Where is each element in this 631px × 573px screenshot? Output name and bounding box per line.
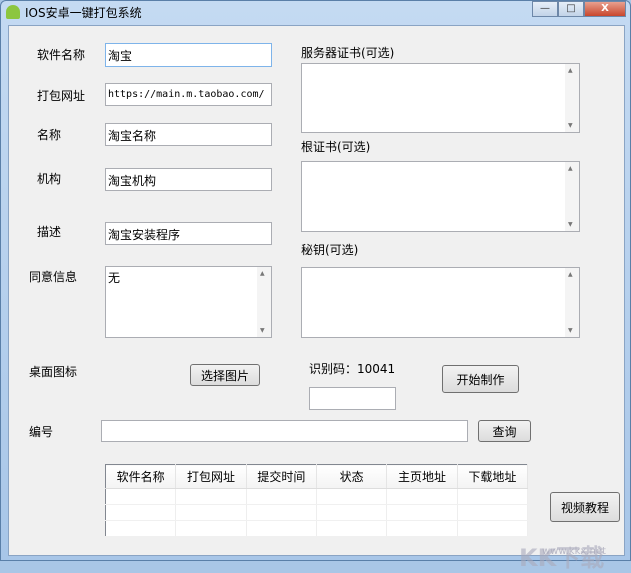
col-header[interactable]: 软件名称 <box>105 464 177 489</box>
consent-textarea[interactable]: 无 <box>105 266 272 338</box>
scrollbar[interactable] <box>257 267 271 337</box>
url-label: 打包网址 <box>37 89 86 103</box>
col-header[interactable]: 主页地址 <box>386 464 458 489</box>
minimize-button[interactable]: — <box>532 1 558 17</box>
maximize-button[interactable]: □ <box>558 1 584 17</box>
org-label: 机构 <box>37 172 62 186</box>
col-header[interactable]: 提交时间 <box>246 464 317 489</box>
scrollbar[interactable] <box>565 64 579 132</box>
choose-image-button[interactable]: 选择图片 <box>190 364 260 386</box>
url-input[interactable]: https://main.m.taobao.com/ <box>105 83 272 106</box>
table-header: 软件名称 打包网址 提交时间 状态 主页地址 下载地址 <box>105 464 529 489</box>
results-table: 软件名称 打包网址 提交时间 状态 主页地址 下载地址 <box>105 464 529 537</box>
desc-label: 描述 <box>37 225 62 239</box>
key-textarea[interactable] <box>301 267 580 338</box>
code-input[interactable] <box>309 387 396 410</box>
root-cert-label: 根证书(可选) <box>301 140 371 154</box>
video-tutorial-button[interactable]: 视频教程 <box>550 492 620 522</box>
desc-input[interactable]: 淘宝安装程序 <box>105 222 272 245</box>
code-label-text: 识别码： <box>309 362 358 376</box>
client-area: 软件名称 淘宝 打包网址 https://main.m.taobao.com/ … <box>8 25 625 572</box>
name-label: 名称 <box>37 128 62 142</box>
code-label: 识别码：10041 <box>309 360 395 377</box>
col-header[interactable]: 下载地址 <box>457 464 529 489</box>
name-input[interactable]: 淘宝名称 <box>105 123 272 146</box>
start-button[interactable]: 开始制作 <box>442 365 519 393</box>
icon-label: 桌面图标 <box>29 365 78 379</box>
android-icon <box>6 5 20 19</box>
server-cert-textarea[interactable] <box>301 63 580 133</box>
app-name-input[interactable]: 淘宝 <box>105 43 272 67</box>
consent-text: 无 <box>108 271 121 285</box>
number-input[interactable] <box>101 420 468 442</box>
col-header[interactable]: 打包网址 <box>175 464 247 489</box>
table-row <box>105 504 529 521</box>
scrollbar[interactable] <box>565 162 579 231</box>
table-row <box>105 520 529 537</box>
window-title: IOS安卓一键打包系统 <box>25 6 142 20</box>
root-cert-textarea[interactable] <box>301 161 580 232</box>
scrollbar[interactable] <box>565 268 579 337</box>
org-input[interactable]: 淘宝机构 <box>105 168 272 191</box>
watermark-url: www.kkx.net <box>542 546 606 557</box>
app-name-label: 软件名称 <box>37 48 86 62</box>
app-window: IOS安卓一键打包系统 — □ X 软件名称 淘宝 打包网址 https://m… <box>0 0 631 572</box>
table-row <box>105 488 529 505</box>
server-cert-label: 服务器证书(可选) <box>301 46 395 60</box>
close-button[interactable]: X <box>584 1 626 17</box>
col-header[interactable]: 状态 <box>316 464 388 489</box>
query-button[interactable]: 查询 <box>478 420 531 442</box>
consent-label: 同意信息 <box>29 270 78 284</box>
code-value: 10041 <box>357 362 396 376</box>
key-label: 秘钥(可选) <box>301 243 359 257</box>
number-label: 编号 <box>29 425 54 439</box>
